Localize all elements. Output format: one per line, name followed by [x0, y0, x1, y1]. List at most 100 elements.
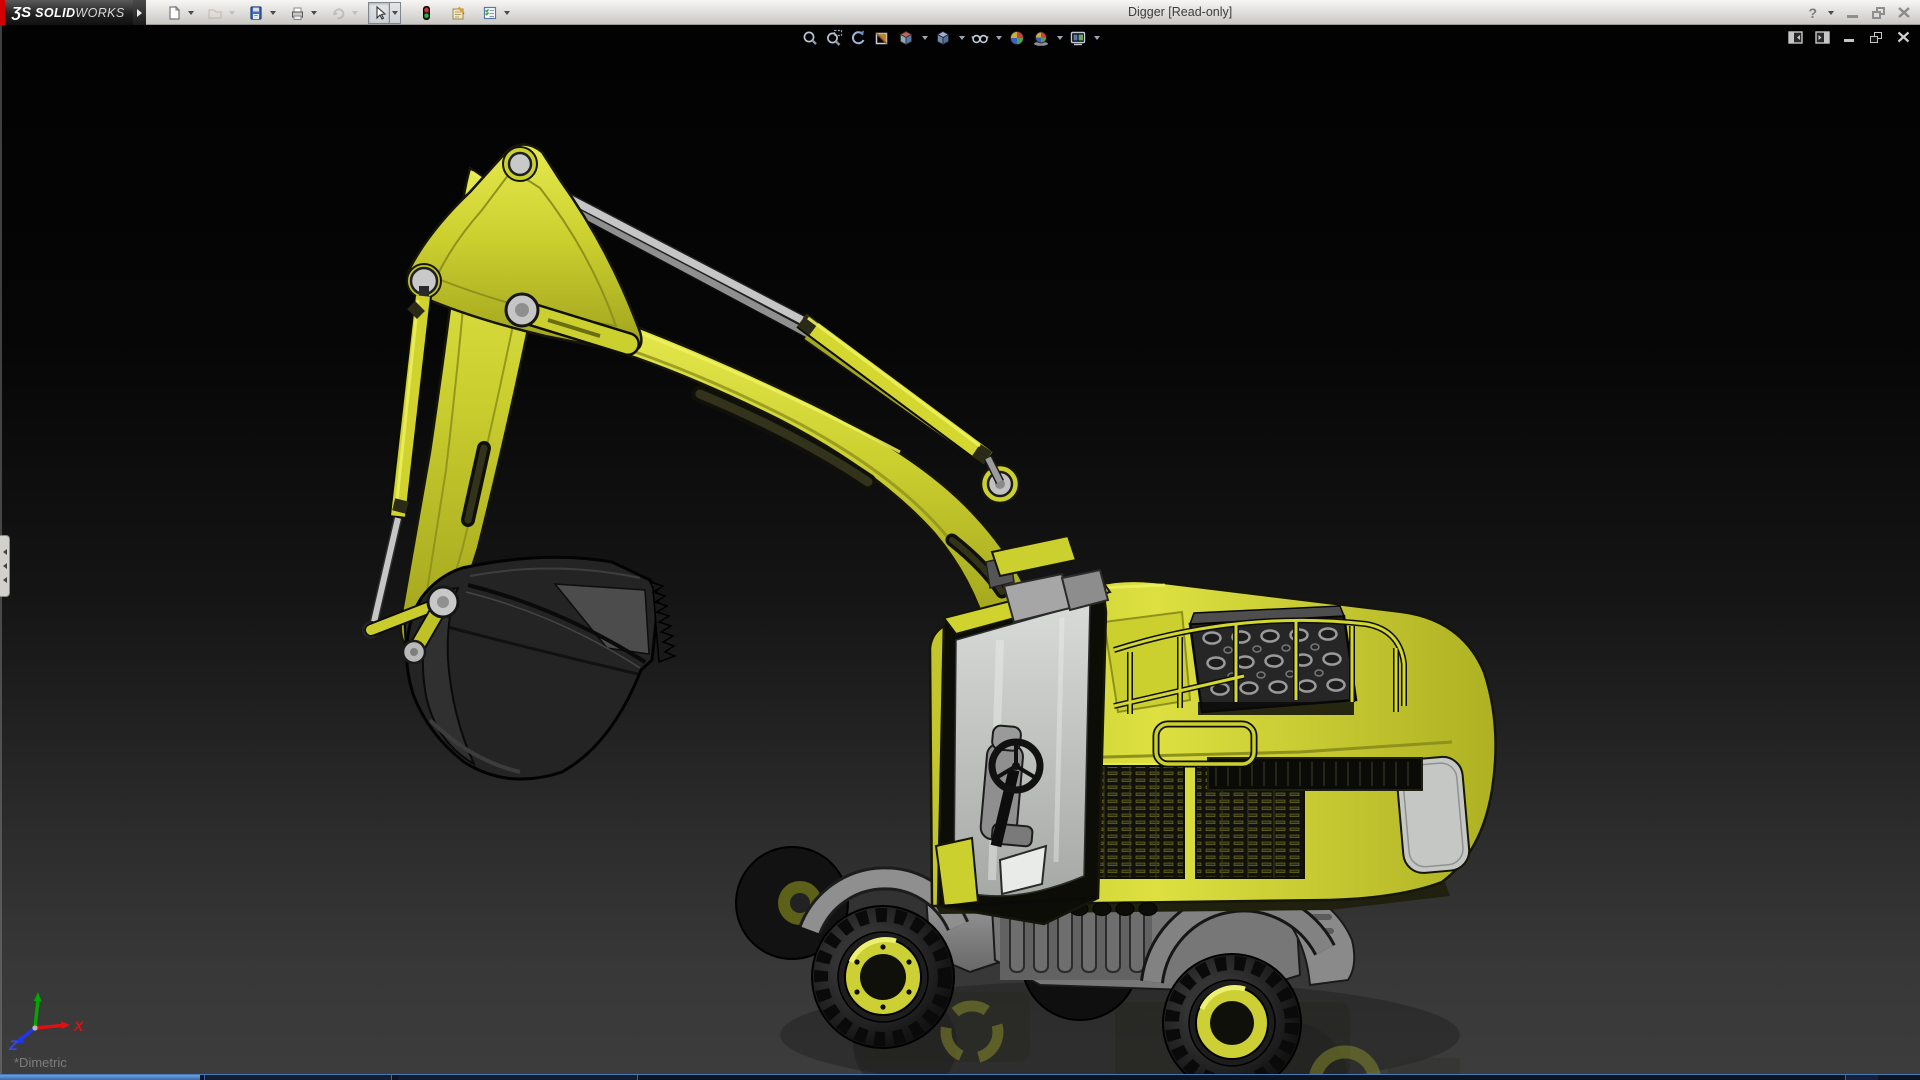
options-dropdown[interactable] [501, 2, 512, 24]
print-icon [292, 7, 303, 20]
open-folder-icon [208, 8, 222, 19]
apply-scene-dropdown[interactable] [1055, 28, 1064, 48]
taskbar-start-segment[interactable] [0, 1075, 200, 1080]
show-left-pane-button[interactable] [1786, 29, 1804, 45]
menu-flyout-button[interactable] [133, 0, 146, 25]
undo-dropdown[interactable] [349, 2, 360, 24]
previous-view-icon [851, 30, 865, 45]
graphics-viewport[interactable]: X Z *Dimetric [0, 25, 1920, 1074]
view-settings-icon [1070, 31, 1086, 46]
right-pane-icon [1814, 30, 1830, 44]
select-cursor-icon [376, 5, 387, 20]
save-button[interactable] [245, 2, 267, 24]
front-wheel [811, 905, 955, 1049]
file-properties-button[interactable] [447, 2, 469, 24]
previous-view-button[interactable] [848, 28, 868, 48]
view-settings-button[interactable] [1068, 28, 1088, 48]
zoom-to-fit-button[interactable] [800, 28, 820, 48]
restore-icon [1871, 6, 1885, 19]
view-orientation-icon [899, 31, 913, 46]
restore-button[interactable] [1868, 4, 1888, 22]
show-right-pane-button[interactable] [1813, 29, 1831, 45]
hide-show-items-button[interactable] [970, 28, 990, 48]
hide-show-items-dropdown[interactable] [994, 28, 1003, 48]
apply-scene-icon [1034, 31, 1048, 46]
print-button[interactable] [286, 2, 308, 24]
undo-button[interactable] [327, 2, 349, 24]
document-window-controls [1786, 29, 1912, 45]
apply-scene-button[interactable] [1031, 28, 1051, 48]
open-button[interactable] [204, 2, 226, 24]
select-button[interactable] [368, 1, 390, 24]
zoom-to-area-icon [827, 29, 843, 46]
help-button[interactable]: ? [1806, 5, 1819, 21]
rebuild-stoplight-icon [423, 5, 430, 20]
brand-works: WORKS [75, 5, 125, 20]
section-view-icon [875, 32, 888, 45]
solidworks-logo: ƷS SOLID WORKS [5, 0, 133, 25]
new-document-icon [169, 5, 181, 20]
edit-appearance-button[interactable] [1007, 28, 1027, 48]
triad-y-arrow [33, 992, 42, 1002]
taskbar-tray-segment[interactable] [1845, 1075, 1878, 1080]
collapse-arrow-icon [2, 549, 7, 555]
doc-minimize-icon [1844, 39, 1854, 42]
options-list-icon [483, 6, 497, 19]
close-icon [1898, 7, 1910, 18]
section-view-button[interactable] [872, 28, 892, 48]
minimize-icon [1846, 15, 1858, 18]
doc-close-button[interactable] [1894, 29, 1912, 45]
doc-restore-icon [1870, 31, 1882, 43]
print-dropdown[interactable] [308, 2, 319, 24]
edit-appearance-icon [1010, 31, 1024, 45]
select-dropdown[interactable] [390, 1, 401, 24]
close-button[interactable] [1894, 4, 1914, 22]
open-dropdown[interactable] [226, 2, 237, 24]
file-properties-icon [452, 6, 465, 19]
doc-minimize-button[interactable] [1840, 29, 1858, 45]
hide-show-items-icon [971, 34, 989, 44]
taskbar-segment[interactable] [398, 1075, 638, 1080]
minimize-button[interactable] [1842, 4, 1862, 22]
window-controls: ? [1806, 0, 1914, 25]
options-button[interactable] [479, 2, 501, 24]
display-style-dropdown[interactable] [957, 28, 966, 48]
view-orientation-button[interactable] [896, 28, 916, 48]
feature-pane-splitter[interactable] [0, 535, 10, 597]
rebuild-button[interactable] [415, 2, 437, 24]
doc-close-icon [1897, 31, 1909, 43]
cab [934, 534, 1112, 926]
display-style-button[interactable] [933, 28, 953, 48]
save-dropdown[interactable] [267, 2, 278, 24]
boom-triangle-plate [406, 143, 643, 356]
title-bar: ƷS SOLID WORKS Digger [Read-only] ? [0, 0, 1920, 25]
left-pane-icon [1787, 30, 1803, 44]
triad-z-label: Z [8, 1037, 18, 1052]
new-dropdown[interactable] [185, 2, 196, 24]
undo-arrow-icon [333, 7, 345, 19]
solidworks-window: ƷS SOLID WORKS Digger [Read-only] ? X Z … [0, 0, 1920, 1080]
save-floppy-icon [250, 5, 262, 20]
heads-up-view-toolbar [800, 28, 1101, 48]
excavator-model [362, 143, 1497, 1074]
view-settings-dropdown[interactable] [1092, 28, 1101, 48]
taskbar-segment[interactable] [204, 1075, 392, 1080]
triad-x-label: X [73, 1018, 85, 1034]
main-toolbar [155, 0, 512, 25]
display-style-icon [936, 31, 950, 46]
brand-solid: SOLID [35, 5, 76, 20]
solidworks-logo-icon: ƷS [12, 4, 32, 21]
zoom-to-fit-icon [803, 31, 817, 45]
zoom-to-area-button[interactable] [824, 28, 844, 48]
reference-triad: X Z [8, 992, 85, 1052]
view-orientation-dropdown[interactable] [920, 28, 929, 48]
new-button[interactable] [163, 2, 185, 24]
help-dropdown[interactable] [1825, 2, 1836, 24]
window-title: Digger [Read-only] [1128, 5, 1233, 19]
flyout-arrow-icon [137, 8, 142, 17]
view-orientation-label: *Dimetric [14, 1055, 67, 1070]
collapse-arrow-icon [2, 563, 7, 569]
doc-restore-button[interactable] [1867, 29, 1885, 45]
collapse-arrow-icon [2, 577, 7, 583]
taskbar-edge [0, 1074, 1920, 1080]
